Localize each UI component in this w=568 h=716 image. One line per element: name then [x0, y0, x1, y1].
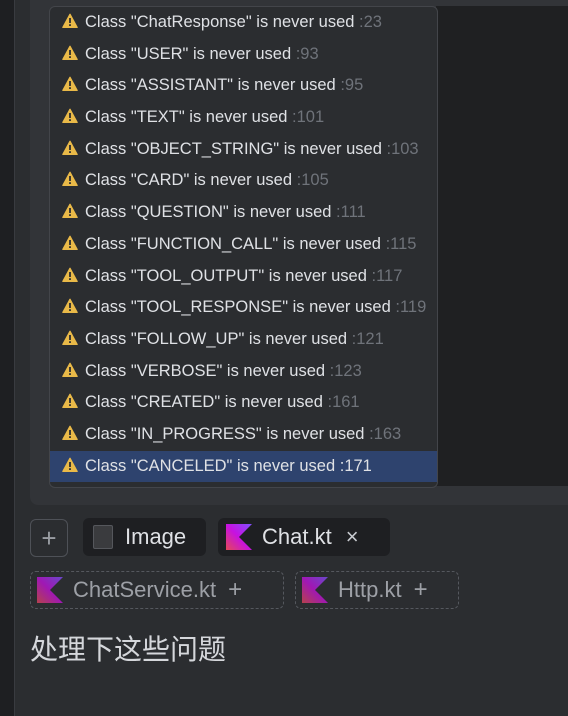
problem-line: :93: [295, 44, 319, 63]
problem-message: Class "TOOL_RESPONSE" is never used: [85, 298, 391, 317]
problem-row[interactable]: Class "FOLLOW_UP" is never used :121: [50, 324, 437, 356]
warning-icon: [62, 457, 78, 472]
kotlin-file-icon: [302, 577, 328, 603]
add-file-button[interactable]: +: [414, 576, 428, 604]
remove-file-button[interactable]: ×: [346, 524, 359, 550]
problem-line: :123: [329, 361, 362, 380]
file-name: ChatService.kt: [73, 577, 217, 602]
problem-message: Class "ChatResponse" is never used: [85, 13, 355, 31]
problem-row[interactable]: Class "CANCELED" is never used :171: [50, 450, 437, 483]
file-name: Chat.kt: [262, 524, 332, 549]
problem-row[interactable]: Class "ASSISTANT" is never used :95: [50, 70, 437, 102]
problem-message: Class "TEXT" is never used: [85, 108, 288, 127]
warning-icon: [62, 203, 78, 219]
problem-message: Class "USER" is never used: [85, 44, 292, 63]
problem-message: Class "CANCELED" is never used: [85, 456, 336, 475]
problem-message: Class "IN_PROGRESS" is never used: [85, 424, 365, 443]
problem-message: Class "CREATED" is never used: [85, 393, 323, 412]
prompt-input[interactable]: 处理下这些问题: [30, 628, 226, 668]
problem-line: :121: [351, 329, 384, 348]
problem-line: :95: [340, 76, 364, 95]
file-name: Http.kt: [338, 577, 402, 602]
warning-icon: [62, 298, 78, 314]
problem-row[interactable]: Class "CREATED" is never used :161: [50, 387, 437, 419]
image-label: Image: [125, 524, 187, 549]
warning-icon: [62, 425, 78, 440]
problem-message: Class "QUESTION" is never used: [85, 203, 332, 222]
problem-message: Class "TOOL_OUTPUT" is never used: [85, 266, 367, 285]
problem-line: :103: [386, 139, 419, 158]
problem-row[interactable]: Class "TOOL_OUTPUT" is never used :117: [50, 261, 437, 293]
problem-row[interactable]: Class "FUNCTION_CALL" is never used :115: [50, 229, 437, 261]
warning-icon: [62, 172, 78, 187]
problem-message: Class "FUNCTION_CALL" is never used: [85, 234, 381, 253]
add-context-button[interactable]: +: [30, 519, 68, 557]
problem-line: :119: [395, 298, 427, 317]
problem-line: :101: [292, 108, 325, 127]
left-gutter: [0, 0, 15, 716]
problem-row[interactable]: Class "TEXT" is never used :101: [50, 102, 437, 134]
problem-line: :23: [359, 13, 382, 31]
warning-icon: [62, 13, 78, 28]
problem-line: :105: [296, 171, 329, 190]
problem-line: :161: [327, 393, 360, 412]
problem-row[interactable]: Class "TOOL_RESPONSE" is never used :119: [50, 292, 437, 324]
problem-row[interactable]: Class "IN_PROGRESS" is never used :163: [50, 419, 437, 451]
problem-line: :115: [385, 234, 417, 253]
problem-row[interactable]: Class "CARD" is never used :105: [50, 165, 437, 197]
warning-icon: [62, 140, 78, 155]
problem-row[interactable]: Class "USER" is never used :93: [50, 39, 437, 71]
problem-row[interactable]: Class "VERBOSE" is never used :123: [50, 356, 437, 388]
suggested-file-chip-http[interactable]: Http.kt +: [295, 571, 459, 609]
problem-message: Class "OBJECT_STRING" is never used: [85, 139, 382, 158]
kotlin-file-icon: [226, 524, 252, 550]
image-attachment-chip[interactable]: Image: [83, 518, 206, 556]
warning-icon: [62, 45, 78, 60]
warning-icon: [62, 235, 78, 250]
warning-icon: [62, 393, 78, 409]
warning-icon: [62, 362, 78, 377]
problem-line: :117: [371, 266, 403, 285]
problem-row[interactable]: Class "OBJECT_STRING" is never used :103: [50, 134, 437, 166]
problem-message: Class "VERBOSE" is never used: [85, 361, 326, 380]
add-file-button[interactable]: +: [228, 576, 242, 604]
problem-line: :171: [339, 456, 372, 475]
editor-area: [436, 6, 568, 486]
problem-message: Class "ASSISTANT" is never used: [85, 76, 336, 95]
problem-message: Class "CARD" is never used: [85, 171, 293, 190]
warning-icon: [62, 108, 78, 124]
kotlin-file-icon: [37, 577, 63, 603]
problem-line: :163: [369, 424, 402, 443]
suggested-file-chip-chatservice[interactable]: ChatService.kt +: [30, 571, 284, 609]
add-label: +: [41, 522, 57, 553]
warning-icon: [62, 330, 78, 345]
image-icon: [93, 525, 113, 549]
problem-row[interactable]: Class "QUESTION" is never used :111: [50, 197, 437, 229]
problems-popup: Class "ChatResponse" is never used :23 Cl…: [49, 6, 438, 488]
problem-message: Class "FOLLOW_UP" is never used: [85, 329, 348, 348]
context-file-chip-chat[interactable]: Chat.kt ×: [218, 518, 390, 556]
problem-row[interactable]: Class "ChatResponse" is never used :23: [50, 7, 437, 39]
warning-icon: [62, 267, 78, 282]
problem-line: :111: [336, 203, 366, 222]
warning-icon: [62, 76, 78, 92]
